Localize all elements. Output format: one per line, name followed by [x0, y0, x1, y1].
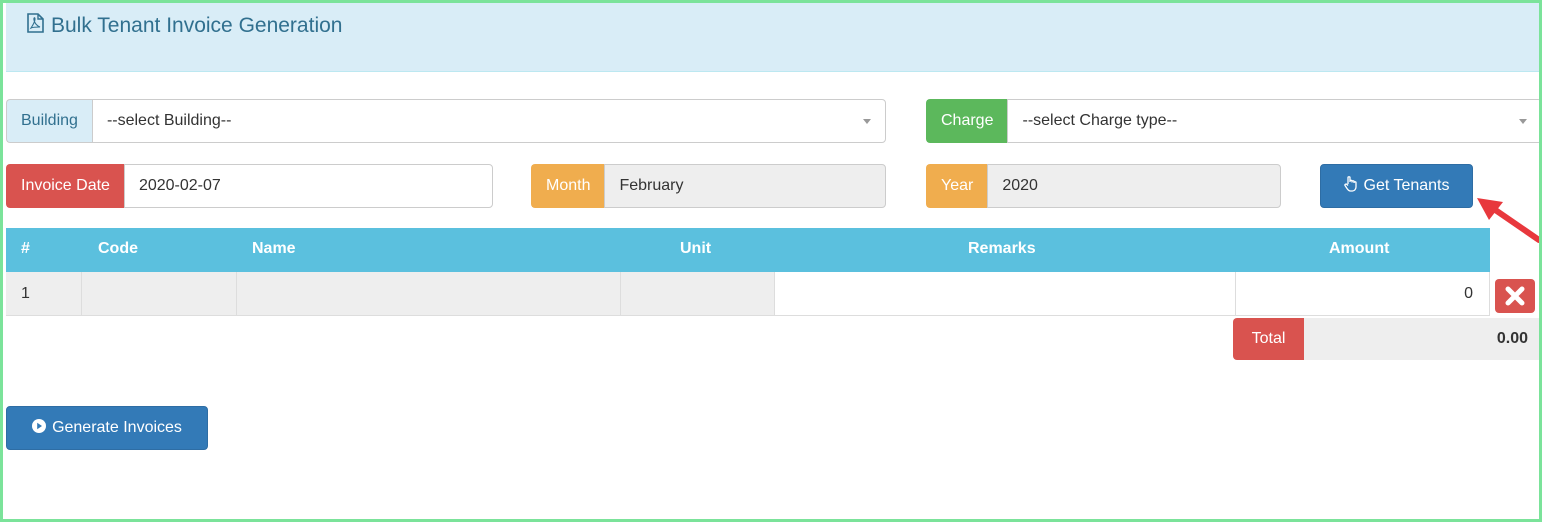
- charge-label: Charge: [926, 99, 1008, 143]
- col-header-unit: Unit: [680, 240, 712, 257]
- delete-row-button[interactable]: [1495, 279, 1535, 313]
- month-field: February: [604, 164, 886, 208]
- col-header-name: Name: [252, 240, 296, 257]
- row-number: 1: [6, 272, 82, 315]
- page-title: Bulk Tenant Invoice Generation: [26, 13, 342, 39]
- col-header-code: Code: [98, 240, 138, 257]
- charge-group: Charge --select Charge type--: [926, 99, 1539, 143]
- generate-invoices-button[interactable]: Generate Invoices: [6, 406, 208, 450]
- building-group: Building --select Building--: [6, 99, 886, 143]
- get-tenants-button[interactable]: Get Tenants: [1320, 164, 1473, 208]
- panel-heading: Bulk Tenant Invoice Generation: [6, 3, 1539, 72]
- invoice-date-input[interactable]: 2020-02-07: [123, 164, 493, 208]
- invoice-date-value: 2020-02-07: [138, 177, 221, 194]
- chevron-down-icon: [1519, 119, 1527, 124]
- building-label: Building: [6, 99, 92, 143]
- row-code: [82, 272, 237, 315]
- chevron-down-icon: [863, 119, 871, 124]
- screenshot-frame: Bulk Tenant Invoice Generation Building …: [0, 0, 1542, 522]
- table-header: # Code Name Unit Remarks Amount: [6, 228, 1490, 272]
- hand-pointer-icon: [1343, 175, 1358, 197]
- building-select[interactable]: --select Building--: [91, 99, 886, 143]
- table-row: 1 0: [6, 272, 1490, 316]
- month-group: Month February: [531, 164, 886, 208]
- row-unit: [621, 272, 775, 315]
- year-group: Year 2020: [926, 164, 1281, 208]
- month-value: February: [619, 177, 684, 194]
- total-value: 0.00: [1304, 318, 1539, 360]
- year-value: 2020: [1002, 177, 1038, 194]
- file-pdf-icon: [26, 13, 45, 39]
- building-select-value: --select Building--: [106, 112, 232, 129]
- get-tenants-label: Get Tenants: [1363, 177, 1450, 194]
- remarks-input[interactable]: [775, 272, 1236, 315]
- col-header-amount: Amount: [1329, 240, 1390, 257]
- play-circle-icon: [32, 418, 47, 438]
- charge-select-value: --select Charge type--: [1022, 112, 1178, 129]
- year-field: 2020: [987, 164, 1281, 208]
- amount-input[interactable]: 0: [1236, 272, 1490, 315]
- month-label: Month: [531, 164, 605, 208]
- year-label: Year: [926, 164, 988, 208]
- page-title-text: Bulk Tenant Invoice Generation: [51, 14, 343, 37]
- col-header-remarks: Remarks: [968, 240, 1036, 257]
- invoice-date-label: Invoice Date: [6, 164, 124, 208]
- total-label: Total: [1233, 318, 1304, 360]
- close-icon: [1505, 286, 1525, 306]
- col-header-num: #: [21, 240, 30, 257]
- invoice-date-group: Invoice Date 2020-02-07: [6, 164, 493, 208]
- row-name: [237, 272, 621, 315]
- charge-select[interactable]: --select Charge type--: [1007, 99, 1539, 143]
- generate-invoices-label: Generate Invoices: [52, 419, 182, 436]
